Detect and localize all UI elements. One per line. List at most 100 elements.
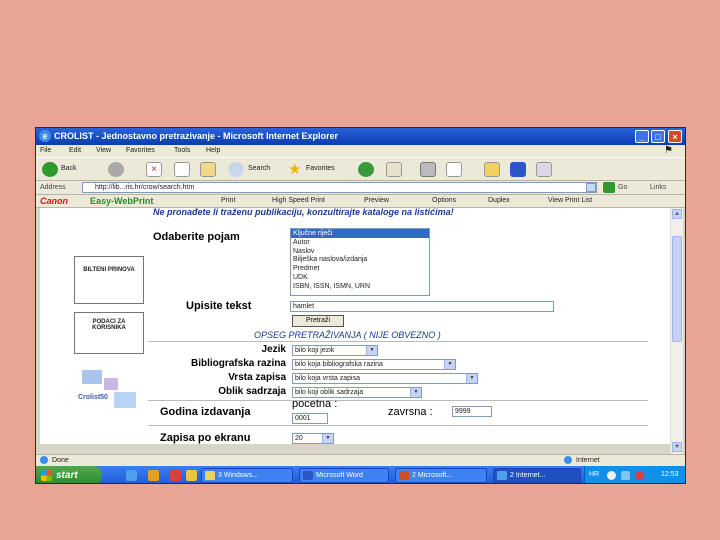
listbox-item[interactable]: ISBN, ISSN, ISMN, URN [291,282,429,291]
edit-page-icon[interactable] [446,162,462,177]
language-indicator[interactable]: HR [589,471,599,478]
search-icon[interactable] [228,162,244,177]
divider [148,400,648,401]
task-label: 2 Microsoft... [412,472,453,479]
listbox-item[interactable]: Bilješka naslova/izdanja [291,255,429,264]
clock: 12:53 [661,471,679,478]
listbox-item[interactable]: Naslov [291,247,429,256]
stop-icon[interactable]: × [146,162,162,177]
research-icon[interactable] [510,162,526,177]
history-icon[interactable] [358,162,374,177]
messenger-icon[interactable] [536,162,552,177]
zavrsna-label: zavrsna : [388,406,433,418]
standard-toolbar: Back × Search ★ Favorites [36,157,685,181]
bilteni-prinova-link[interactable]: BILTENI PRINOVA [74,256,144,304]
zavrsna-input[interactable]: 9999 [452,406,492,417]
easywebprint-logo: Easy-WebPrint [90,196,154,206]
go-arrow-icon[interactable] [603,182,615,193]
jezik-select[interactable]: bilo koji jezik ▼ [292,345,378,356]
quicklaunch-app2-icon[interactable] [186,470,197,481]
listbox-item[interactable]: Autor [291,238,429,247]
vrsta-zapisa-select-value: bilo koja vrsta zapisa [295,375,360,382]
canon-high-speed-print-button[interactable]: High Speed Print [272,197,325,204]
start-button[interactable]: start [36,466,102,483]
zapisa-po-ekranu-label: Zapisa po ekranu [160,432,251,444]
close-button[interactable]: × [668,130,682,143]
minimize-button[interactable]: _ [635,130,649,143]
quicklaunch-media-icon[interactable] [148,470,159,481]
canon-options-button[interactable]: Options [432,197,456,204]
listbox-item[interactable]: UDK [291,273,429,282]
links-label[interactable]: Links [650,184,666,191]
search-field-listbox[interactable]: Ključne riječi Autor Naslov Bilješka nas… [290,228,430,296]
title-bar: e CROLIST - Jednostavno pretrazivanje - … [36,128,685,145]
refresh-icon[interactable] [174,162,190,177]
menu-edit[interactable]: Edit [69,147,81,154]
opseg-heading: OPSEG PRETRAŽIVANJA ( NIJE OBVEZNO ) [254,330,441,340]
home-icon[interactable] [200,162,216,177]
vrsta-zapisa-label: Vrsta zapisa [228,372,286,383]
forward-arrow-icon[interactable] [108,162,124,177]
menu-favorites[interactable]: Favorites [126,147,155,154]
address-input[interactable]: http://lib...ris.hr/crow/search.htm [82,182,597,193]
ie-window: e CROLIST - Jednostavno pretrazivanje - … [35,127,686,484]
bibliografska-razina-select[interactable]: bilo koja bibliografska razina ▼ [292,359,456,370]
system-tray: HR 12:53 [584,466,685,483]
listbox-item[interactable]: Predmet [291,264,429,273]
maximize-button[interactable]: □ [651,130,665,143]
pocetna-input[interactable]: 0001 [292,413,328,424]
menu-tools[interactable]: Tools [174,147,190,154]
tray-app-icon[interactable] [635,471,644,480]
canon-view-print-list-button[interactable]: View Print List [548,197,592,204]
crolist-logo: Crolist50 [74,364,144,414]
task-microsoft-word[interactable]: Microsoft Word [299,468,389,483]
tray-shield-icon[interactable] [607,471,616,480]
scroll-up-arrow-icon[interactable]: ▲ [672,209,682,219]
task-microsoft-powerpoint[interactable]: 2 Microsoft... [395,468,487,483]
back-label[interactable]: Back [61,165,77,172]
back-arrow-icon[interactable] [42,162,58,177]
vrsta-zapisa-select[interactable]: bilo koja vrsta zapisa ▼ [292,373,478,384]
scroll-thumb[interactable] [672,236,682,342]
quicklaunch-ie-icon[interactable] [126,470,137,481]
vertical-scrollbar[interactable]: ▲ ▼ [670,208,683,454]
print-icon[interactable] [420,162,436,177]
listbox-item[interactable]: Ključne riječi [291,229,429,238]
menu-view[interactable]: View [96,147,111,154]
zapisa-po-ekranu-select[interactable]: 20 ▼ [292,433,334,444]
address-dropdown[interactable] [586,183,596,192]
scroll-down-arrow-icon[interactable]: ▼ [672,442,682,452]
task-windows-explorer[interactable]: 3 Windows... [201,468,293,483]
task-internet-explorer[interactable]: 2 Internet... [493,468,581,483]
chevron-down-icon: ▼ [466,374,477,383]
menu-help[interactable]: Help [206,147,220,154]
canon-preview-button[interactable]: Preview [364,197,389,204]
quicklaunch-app-icon[interactable] [170,470,181,481]
canon-duplex-button[interactable]: Duplex [488,197,510,204]
podaci-za-korisnika-link[interactable]: PODACI ZA KORISNIKA [74,312,144,354]
divider [148,425,648,426]
favorites-star-icon[interactable]: ★ [288,162,304,177]
notice-text: Ne pronađete li traženu publikaciju, kon… [153,208,454,217]
task-label: 2 Internet... [510,472,546,479]
oblik-sadrzaja-select[interactable]: bilo koji oblik sadrzaja ▼ [292,387,422,398]
search-text-input[interactable]: hamlet [290,301,554,312]
canon-easywebprint-bar: Canon Easy-WebPrint Print High Speed Pri… [36,195,685,208]
tray-network-icon[interactable] [621,471,630,480]
task-label: 3 Windows... [218,472,259,479]
favorites-label[interactable]: Favorites [306,165,335,172]
go-label[interactable]: Go [618,184,627,191]
godina-izdavanja-label: Godina izdavanja [160,406,251,418]
pretrazi-button[interactable]: Pretraži [292,315,344,327]
mail-icon[interactable] [386,162,402,177]
oblik-sadrzaja-label: Oblik sadrzaja [218,386,286,397]
chevron-down-icon: ▼ [366,346,377,355]
ie-icon [497,471,507,480]
canon-print-button[interactable]: Print [221,197,235,204]
task-label: Microsoft Word [316,472,363,479]
window-title: CROLIST - Jednostavno pretrazivanje - Mi… [54,131,339,141]
menu-file[interactable]: File [40,147,51,154]
search-label[interactable]: Search [248,165,270,172]
discuss-icon[interactable] [484,162,500,177]
start-label: start [56,470,78,481]
